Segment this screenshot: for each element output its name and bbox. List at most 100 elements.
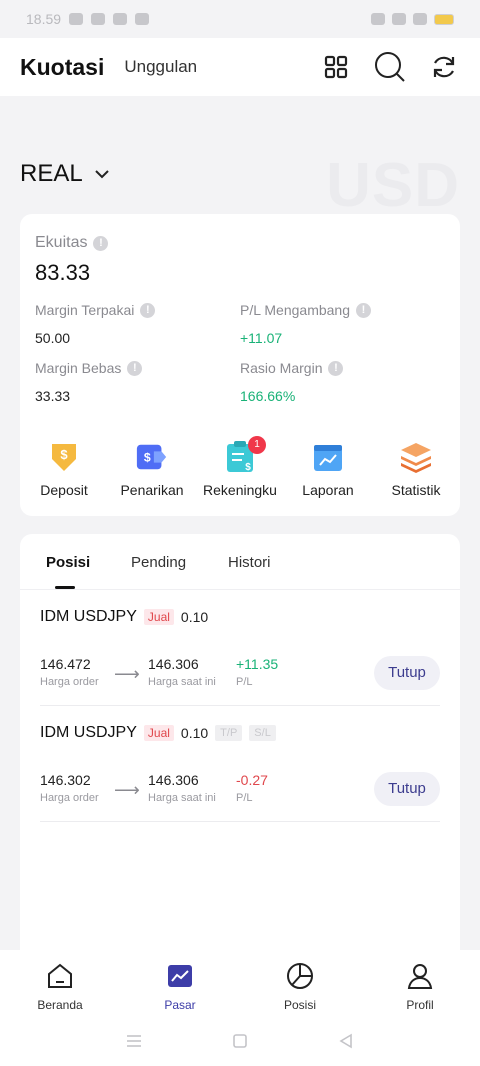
order-price-label: Harga order [40,676,99,688]
statistics-button[interactable]: Statistik [372,440,460,500]
metric-margin-used: Margin Terpakai! 50.00 [35,302,235,346]
metric-label: Rasio Margin [240,360,323,376]
nav-posisi[interactable]: Posisi [240,950,360,1020]
tab-unggulan[interactable]: Unggulan [124,57,197,77]
stop-loss-badge: S/L [249,725,276,741]
active-tab-indicator [55,586,75,589]
alarm-icon [371,13,385,25]
nav-label: Posisi [283,998,316,1012]
close-position-button[interactable]: Tutup [374,772,440,806]
svg-text:$: $ [60,447,68,462]
metric-label: Margin Bebas [35,360,122,376]
action-label: Laporan [302,482,354,498]
nav-beranda[interactable]: Beranda [0,950,120,1020]
order-price: 146.302 [40,772,91,788]
bottom-navigation: Beranda Pasar Posisi Profil [0,950,480,1020]
menu-icon[interactable] [126,1034,142,1053]
search-icon[interactable] [374,51,406,83]
svg-text:$: $ [144,451,151,465]
info-icon[interactable]: ! [356,302,371,318]
profile-icon [406,962,434,990]
position-symbol: IDM USDJPY [40,724,137,741]
nav-label: Beranda [37,998,83,1012]
position-lot: 0.10 [180,725,209,741]
position-tabs: Posisi Pending Histori [20,534,460,590]
profit-loss: -0.27 [236,772,268,788]
withdraw-button[interactable]: $ Penarikan [108,440,196,500]
report-icon [311,440,345,474]
action-label: Statistik [391,482,441,498]
position-row[interactable]: IDM USDJPY Jual 0.10 T/P S/L 146.302 Har… [40,706,440,822]
page-title[interactable]: Kuotasi [20,54,104,81]
deposit-icon: $ [47,440,81,474]
account-summary-card: Ekuitas ! 83.33 Margin Terpakai! 50.00 P… [20,214,460,516]
info-icon[interactable]: ! [93,235,109,251]
action-label: Penarikan [120,482,184,498]
telegram-icon [113,13,128,25]
market-icon [166,962,194,990]
signal-icon [392,13,406,25]
arrow-right-icon: ⟶ [114,664,140,684]
my-account-button[interactable]: $ 1 Rekeningku [196,436,284,500]
tab-pending[interactable]: Pending [131,554,186,571]
metric-floating-pl: P/L Mengambang! +11.07 [240,302,440,346]
withdraw-icon: $ [135,440,169,474]
account-type: REAL [20,160,83,187]
currency-watermark: USD [326,151,460,220]
report-button[interactable]: Laporan [284,440,372,500]
svg-text:$: $ [245,462,251,473]
close-position-button[interactable]: Tutup [374,656,440,690]
metric-value: +11.07 [240,330,283,346]
position-symbol: IDM USDJPY [40,608,137,625]
account-selector[interactable]: REAL [20,160,109,188]
home-icon [46,962,74,990]
chevron-down-icon [94,170,109,179]
wifi-icon [413,13,427,25]
system-navigation [0,1020,480,1066]
app-icon [135,13,150,25]
nav-pasar[interactable]: Pasar [120,950,240,1020]
tab-posisi[interactable]: Posisi [46,554,90,571]
position-row[interactable]: IDM USDJPY Jual 0.10 146.472 Harga order… [40,590,440,706]
info-icon[interactable]: ! [140,302,156,318]
nav-label: Pasar [164,998,196,1012]
metric-label: Margin Terpakai [35,302,135,318]
side-badge: Jual [143,609,174,625]
pie-chart-icon [286,962,314,990]
metric-free-margin: Margin Bebas! 33.33 [35,360,235,404]
info-icon[interactable]: ! [127,360,143,376]
metric-margin-ratio: Rasio Margin! 166.66% [240,360,440,404]
notification-badge: 1 [248,436,266,454]
notification-icon [91,13,106,25]
nav-label: Profil [406,998,434,1012]
nav-profil[interactable]: Profil [360,950,480,1020]
current-price-label: Harga saat ini [148,792,216,804]
home-square-icon[interactable] [232,1033,248,1054]
app-header: Kuotasi Unggulan [0,38,480,96]
deposit-button[interactable]: $ Deposit [20,440,108,500]
info-icon[interactable]: ! [328,360,344,376]
order-price-label: Harga order [40,792,99,804]
back-icon[interactable] [338,1033,354,1054]
arrow-right-icon: ⟶ [114,780,140,800]
action-label: Deposit [40,482,88,498]
take-profit-badge: T/P [215,725,243,741]
grid-icon[interactable] [320,51,352,83]
statistics-icon [399,440,433,474]
account-row: REAL USD [20,150,460,220]
tab-histori[interactable]: Histori [228,554,271,571]
metric-value: 166.66% [240,388,296,404]
refresh-icon[interactable] [428,51,460,83]
action-label: Rekeningku [203,482,277,498]
status-time: 18.59 [26,11,62,27]
order-price: 146.472 [40,656,91,672]
current-price: 146.306 [148,772,199,788]
current-price: 146.306 [148,656,199,672]
equity-label: Ekuitas [35,234,88,251]
metric-label: P/L Mengambang [240,302,350,318]
metric-value: 50.00 [35,330,71,346]
current-price-label: Harga saat ini [148,676,216,688]
profit-loss: +11.35 [236,656,279,672]
profit-loss-label: P/L [236,792,253,804]
profit-loss-label: P/L [236,676,253,688]
